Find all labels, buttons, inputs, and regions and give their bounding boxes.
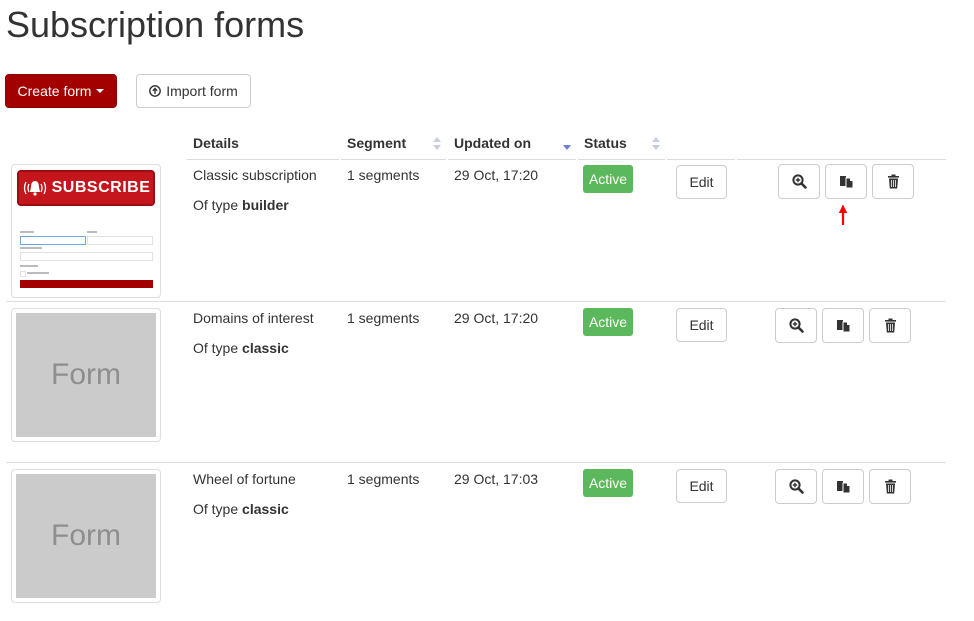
subscribe-text: SUBSCRIBE [51, 179, 151, 196]
sort-segment-icon[interactable] [433, 137, 441, 151]
updated-on: 29 Oct, 17:03 [454, 471, 539, 487]
header-divider [578, 159, 665, 160]
preview-button[interactable] [778, 164, 820, 199]
form-type: Of type classic [193, 340, 289, 356]
form-thumbnail[interactable]: Form [11, 469, 161, 603]
page-title: Subscription forms [6, 4, 305, 45]
import-form-button[interactable]: Import form [136, 74, 251, 108]
copy-icon [836, 481, 850, 494]
sort-updated-desc-icon[interactable] [563, 137, 571, 151]
segment-count: 1 segments [347, 167, 420, 183]
form-placeholder: Form [16, 313, 156, 437]
zoom-in-icon [788, 318, 804, 333]
trash-icon [884, 318, 896, 333]
form-thumbnail[interactable]: SUBSCRIBE [11, 164, 161, 298]
form-name: Classic subscription [193, 167, 317, 183]
delete-button[interactable] [872, 164, 914, 199]
header-divider [341, 159, 446, 160]
form-name: Domains of interest [193, 310, 314, 326]
header-divider [667, 159, 735, 160]
edit-button[interactable]: Edit [676, 308, 727, 342]
updated-on: 29 Oct, 17:20 [454, 167, 539, 183]
row-divider [6, 301, 946, 302]
duplicate-button[interactable] [825, 164, 867, 199]
updated-on: 29 Oct, 17:20 [454, 310, 539, 326]
edit-button[interactable]: Edit [676, 165, 727, 199]
form-type: Of type builder [193, 197, 289, 213]
create-form-button[interactable]: Create form [5, 74, 117, 108]
delete-button[interactable] [869, 308, 911, 343]
preview-button[interactable] [775, 469, 817, 504]
import-form-label: Import form [166, 83, 238, 99]
zoom-in-icon [791, 174, 807, 189]
upload-circle-icon [149, 85, 162, 97]
segment-count: 1 segments [347, 471, 420, 487]
bell-icon [23, 181, 46, 196]
column-header-status[interactable]: Status [584, 135, 627, 151]
form-thumbnail[interactable]: Form [11, 308, 161, 442]
copy-icon [836, 320, 850, 333]
form-placeholder: Form [16, 474, 156, 598]
column-header-segment[interactable]: Segment [347, 135, 406, 151]
form-type: Of type classic [193, 501, 289, 517]
delete-button[interactable] [869, 469, 911, 504]
duplicate-button[interactable] [822, 308, 864, 343]
create-form-label: Create form [17, 83, 92, 99]
segment-count: 1 segments [347, 310, 420, 326]
status-badge: Active [583, 308, 633, 336]
trash-icon [887, 174, 899, 189]
status-badge: Active [583, 469, 633, 497]
column-header-details: Details [193, 135, 239, 151]
annotation-arrow-icon [838, 204, 848, 225]
status-badge: Active [583, 165, 633, 193]
header-divider [187, 159, 339, 160]
copy-icon [839, 176, 853, 189]
sort-status-icon[interactable] [652, 137, 660, 151]
duplicate-button[interactable] [822, 469, 864, 504]
trash-icon [884, 479, 896, 494]
column-header-updated[interactable]: Updated on [454, 135, 531, 151]
edit-button[interactable]: Edit [676, 469, 727, 503]
zoom-in-icon [788, 479, 804, 494]
subscribe-banner: SUBSCRIBE [17, 170, 155, 206]
header-divider [448, 159, 576, 160]
row-divider [6, 462, 946, 463]
caret-down-icon [96, 89, 105, 93]
form-name: Wheel of fortune [193, 471, 296, 487]
header-divider [737, 159, 946, 160]
preview-button[interactable] [775, 308, 817, 343]
